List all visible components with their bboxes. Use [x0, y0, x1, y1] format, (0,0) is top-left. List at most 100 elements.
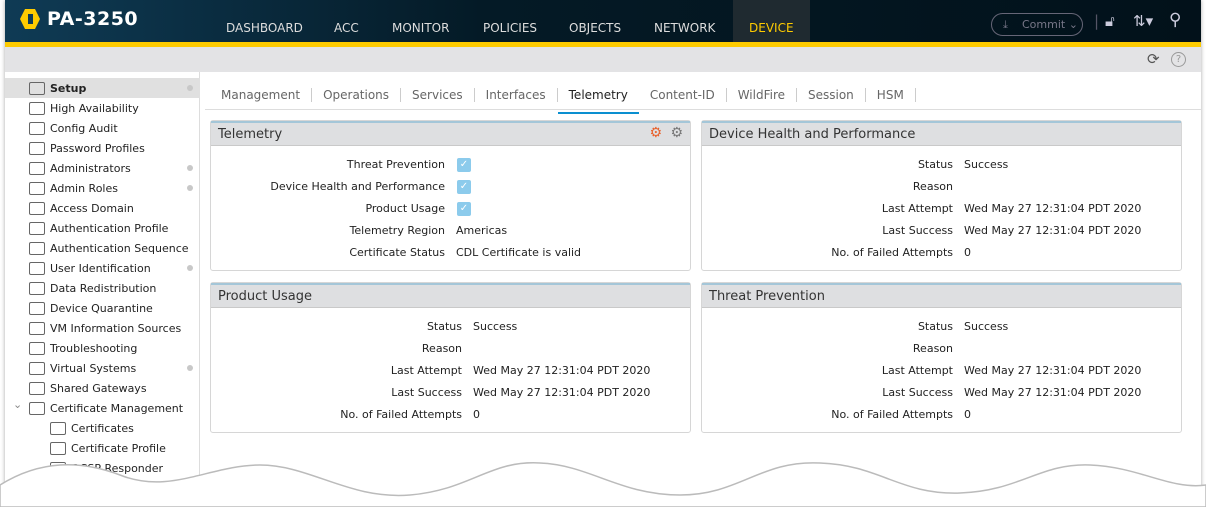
tab-interfaces[interactable]: Interfaces — [475, 88, 558, 102]
sidebar-item-icon — [29, 281, 45, 295]
status-dot — [187, 165, 193, 171]
nav-device[interactable]: DEVICE — [733, 0, 810, 42]
status-dot — [187, 85, 193, 91]
sidebar-item[interactable]: Password Profiles — [5, 138, 200, 158]
sidebar-item-label: Authentication Profile — [50, 221, 169, 235]
field-label: Reason — [421, 342, 462, 355]
sidebar-item[interactable]: Admin Roles — [5, 178, 200, 198]
logo: PA-3250 — [19, 8, 138, 30]
logo-icon — [20, 9, 40, 29]
nav-dashboard[interactable]: DASHBOARD — [226, 0, 303, 42]
tab-management[interactable]: Management — [210, 88, 313, 102]
sidebar-item-icon — [29, 241, 45, 255]
sidebar-item[interactable]: Certificates — [5, 418, 200, 438]
sidebar-item-label: Virtual Systems — [50, 361, 137, 375]
field-value: Success — [473, 320, 518, 333]
sidebar-item[interactable]: Setup — [5, 78, 200, 98]
sidebar-item-label: Certificate Management — [50, 401, 184, 415]
checkbox[interactable]: ✓ — [457, 202, 471, 216]
top-nav-bar: PA-3250 DASHBOARD ACC MONITOR POLICIES O… — [5, 0, 1201, 42]
field-label: Reason — [912, 180, 953, 193]
checkbox[interactable]: ✓ — [457, 158, 471, 172]
field-label: Last Attempt — [390, 364, 462, 377]
field-label: Last Success — [391, 386, 462, 399]
sidebar-item-label: Admin Roles — [50, 181, 118, 195]
sidebar-item-icon — [29, 301, 45, 315]
sidebar-item-label: User Identification — [50, 261, 151, 275]
sidebar-item[interactable]: High Availability — [5, 98, 200, 118]
search-icon[interactable]: ⚲ — [1169, 10, 1181, 30]
sidebar-item[interactable]: Config Audit — [5, 118, 200, 138]
device-name: PA-3250 — [47, 8, 139, 30]
field-label: Last Attempt — [881, 364, 953, 377]
sidebar: Setup High Availability Config Audit Passwo… — [5, 72, 200, 507]
field-label: Last Success — [882, 386, 953, 399]
panel-title: Device Health and Performance — [702, 121, 1181, 146]
tab-content-id[interactable]: Content-ID — [639, 88, 727, 102]
nav-monitor[interactable]: MONITOR — [392, 0, 449, 42]
divider: | — [1094, 12, 1100, 30]
sidebar-item-label: Shared Gateways — [50, 381, 147, 395]
gear-status-icon[interactable]: ⚙ — [649, 125, 662, 141]
nav-network[interactable]: NETWORK — [654, 0, 715, 42]
app-window: PA-3250 DASHBOARD ACC MONITOR POLICIES O… — [5, 0, 1201, 507]
commit-button[interactable]: ⤓ Commit ⌄ — [991, 13, 1083, 36]
panel-title: Product Usage — [211, 283, 690, 308]
field-value: Wed May 27 12:31:04 PDT 2020 — [964, 364, 1142, 377]
field-label: No. of Failed Attempts — [831, 408, 953, 421]
sidebar-item[interactable]: Data Redistribution — [5, 278, 200, 298]
sidebar-item-label: Access Domain — [50, 201, 134, 215]
torn-edge — [0, 462, 1206, 507]
field-label: Device Health and Performance — [270, 180, 445, 193]
sidebar-item-icon — [29, 221, 45, 235]
gear-icon[interactable]: ⚙ — [670, 125, 683, 141]
sidebar-item-label: Data Redistribution — [50, 281, 157, 295]
checkbox[interactable]: ✓ — [457, 180, 471, 194]
sidebar-item[interactable]: Device Quarantine — [5, 298, 200, 318]
field-label: No. of Failed Attempts — [340, 408, 462, 421]
sidebar-item[interactable]: Authentication Profile — [5, 218, 200, 238]
sidebar-item-label: Troubleshooting — [50, 341, 138, 355]
commit-label: Commit — [1022, 18, 1066, 31]
tab-bar: Management Operations Services Interfaces Te… — [210, 84, 916, 114]
nav-objects[interactable]: OBJECTS — [569, 0, 621, 42]
nav-policies[interactable]: POLICIES — [483, 0, 537, 42]
tab-session[interactable]: Session — [797, 88, 866, 102]
sidebar-item-icon — [29, 341, 45, 355]
sidebar-item[interactable]: VM Information Sources — [5, 318, 200, 338]
sidebar-item[interactable]: Troubleshooting — [5, 338, 200, 358]
field-label: Last Attempt — [881, 202, 953, 215]
chevron-down-icon[interactable]: ⌄ — [13, 398, 22, 411]
lock-icon[interactable]: 🔓︎ — [1105, 12, 1115, 30]
sidebar-item[interactable]: User Identification — [5, 258, 200, 278]
tab-services[interactable]: Services — [401, 88, 475, 102]
field-value: Wed May 27 12:31:04 PDT 2020 — [964, 224, 1142, 237]
sidebar-item[interactable]: ⌄ Certificate Management — [5, 398, 200, 418]
telemetry-panel: Telemetry ⚙ ⚙ Threat Prevention ✓ Device H… — [210, 120, 691, 271]
sidebar-item-label: Certificate Profile — [71, 441, 166, 455]
config-transfer-icon[interactable]: ⇅▾ — [1133, 12, 1153, 30]
tab-telemetry[interactable]: Telemetry — [557, 88, 639, 114]
field-value: Wed May 27 12:31:04 PDT 2020 — [964, 202, 1142, 215]
panel-title: Threat Prevention — [702, 283, 1181, 308]
sidebar-item-icon — [50, 441, 66, 455]
tab-wildfire[interactable]: WildFire — [727, 88, 797, 102]
field-label: Status — [426, 320, 462, 333]
status-dot — [187, 365, 193, 371]
field-label: Telemetry Region — [349, 224, 445, 237]
tab-hsm[interactable]: HSM — [866, 88, 916, 102]
sidebar-item[interactable]: Shared Gateways — [5, 378, 200, 398]
tab-operations[interactable]: Operations — [312, 88, 402, 102]
sidebar-item[interactable]: Access Domain — [5, 198, 200, 218]
sidebar-item[interactable]: Administrators — [5, 158, 200, 178]
nav-acc[interactable]: ACC — [334, 0, 359, 42]
refresh-icon[interactable]: ⟳ — [1147, 50, 1160, 68]
help-icon[interactable]: ? — [1171, 52, 1186, 67]
sidebar-item-icon — [29, 201, 45, 215]
sidebar-item-icon — [29, 381, 45, 395]
sidebar-item-icon — [29, 161, 45, 175]
sidebar-item[interactable]: Authentication Sequence — [5, 238, 200, 258]
field-value: Wed May 27 12:31:04 PDT 2020 — [473, 364, 651, 377]
sidebar-item[interactable]: Virtual Systems — [5, 358, 200, 378]
field-value: Wed May 27 12:31:04 PDT 2020 — [964, 386, 1142, 399]
